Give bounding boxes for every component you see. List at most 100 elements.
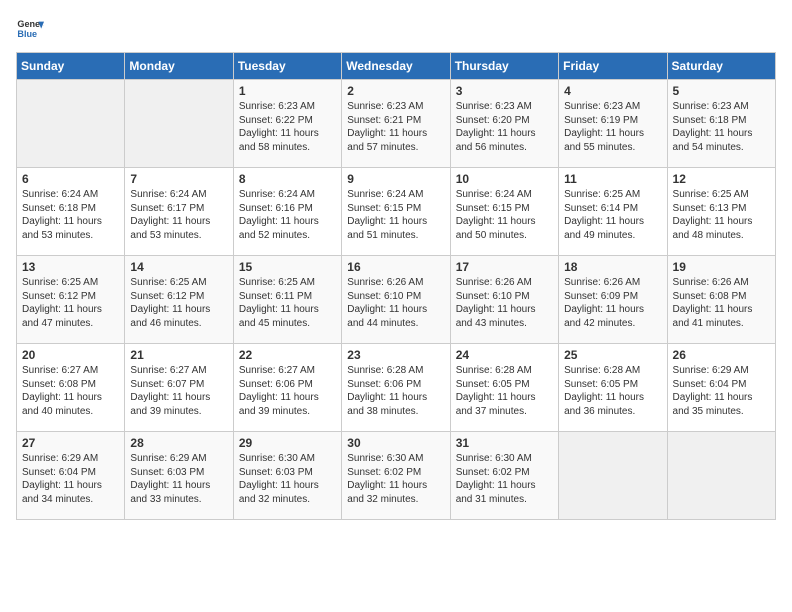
daylight-label: Daylight: 11 hours and 52 minutes.: [239, 216, 319, 241]
sunrise-label: Sunrise: 6:28 AM: [564, 365, 640, 376]
calendar-cell: 4 Sunrise: 6:23 AMSunset: 6:19 PMDaylight…: [559, 80, 667, 168]
sunrise-label: Sunrise: 6:29 AM: [22, 453, 98, 464]
day-number: 31: [456, 436, 553, 450]
cell-info: Sunrise: 6:23 AMSunset: 6:20 PMDaylight:…: [456, 100, 553, 154]
daylight-label: Daylight: 11 hours and 53 minutes.: [130, 216, 210, 241]
day-number: 20: [22, 348, 119, 362]
daylight-label: Daylight: 11 hours and 41 minutes.: [673, 304, 753, 329]
sunrise-label: Sunrise: 6:23 AM: [347, 101, 423, 112]
calendar-cell: [667, 432, 775, 520]
daylight-label: Daylight: 11 hours and 39 minutes.: [130, 392, 210, 417]
sunset-label: Sunset: 6:11 PM: [239, 291, 312, 302]
daylight-label: Daylight: 11 hours and 49 minutes.: [564, 216, 644, 241]
sunset-label: Sunset: 6:05 PM: [564, 379, 638, 390]
calendar-cell: 2Sunrise: 6:23 AMSunset: 6:21 PMDaylight…: [342, 80, 450, 168]
sunrise-label: Sunrise: 6:24 AM: [22, 189, 98, 200]
sunrise-label: Sunrise: 6:24 AM: [239, 189, 315, 200]
calendar-cell: 8Sunrise: 6:24 AMSunset: 6:16 PMDaylight…: [233, 168, 341, 256]
day-number: 14: [130, 260, 227, 274]
day-number: 2: [347, 84, 444, 98]
daylight-label: Daylight: 11 hours and 38 minutes.: [347, 392, 427, 417]
day-header-wednesday: Wednesday: [342, 53, 450, 80]
daylight-label: Daylight: 11 hours and 58 minutes.: [239, 128, 319, 153]
sunset-label: Sunset: 6:16 PM: [239, 203, 313, 214]
cell-info: Sunrise: 6:25 AMSunset: 6:12 PMDaylight:…: [22, 276, 119, 330]
day-number: 10: [456, 172, 553, 186]
calendar-cell: 23Sunrise: 6:28 AMSunset: 6:06 PMDayligh…: [342, 344, 450, 432]
sunrise-label: Sunrise: 6:25 AM: [673, 189, 749, 200]
day-number: 4: [564, 84, 661, 98]
sunset-label: Sunset: 6:15 PM: [456, 203, 530, 214]
calendar-cell: 26Sunrise: 6:29 AMSunset: 6:04 PMDayligh…: [667, 344, 775, 432]
day-header-sunday: Sunday: [17, 53, 125, 80]
sunrise-label: Sunrise: 6:30 AM: [456, 453, 532, 464]
sunset-label: Sunset: 6:18 PM: [22, 203, 96, 214]
sunrise-label: Sunrise: 6:30 AM: [347, 453, 423, 464]
daylight-label: Daylight: 11 hours and 31 minutes.: [456, 480, 536, 505]
sunset-label: Sunset: 6:06 PM: [239, 379, 313, 390]
calendar-cell: [17, 80, 125, 168]
cell-info: Sunrise: 6:30 AM Sunset: 6:02 PM Daylight:…: [456, 452, 553, 506]
sunset-label: Sunset: 6:05 PM: [456, 379, 530, 390]
day-number: 9: [347, 172, 444, 186]
day-number: 16: [347, 260, 444, 274]
sunrise-label: Sunrise: 6:28 AM: [456, 365, 532, 376]
sunrise-label: Sunrise: 6:25 AM: [564, 189, 640, 200]
calendar-cell: 5Sunrise: 6:23 AMSunset: 6:18 PMDaylight…: [667, 80, 775, 168]
sunset-label: Sunset: 6:02 PM: [456, 467, 530, 478]
sunrise-label: Sunrise: 6:27 AM: [130, 365, 206, 376]
sunset-label: Sunset: 6:14 PM: [564, 203, 638, 214]
calendar-cell: 19Sunrise: 6:26 AMSunset: 6:08 PMDayligh…: [667, 256, 775, 344]
cell-info: Sunrise: 6:24 AM Sunset: 6:16 PM Daylight:…: [239, 188, 336, 242]
cell-info: Sunrise: 6:23 AMSunset: 6:22 PMDaylight:…: [239, 100, 336, 154]
daylight-label: Daylight: 11 hours and 34 minutes.: [22, 480, 102, 505]
cell-info: Sunrise: 6:27 AMSunset: 6:06 PMDaylight:…: [239, 364, 336, 418]
calendar-cell: 3 Sunrise: 6:23 AMSunset: 6:20 PMDaylight…: [450, 80, 558, 168]
cell-info: Sunrise: 6:24 AMSunset: 6:18 PMDaylight:…: [22, 188, 119, 242]
sunset-label: Sunset: 6:03 PM: [130, 467, 204, 478]
sunrise-label: Sunrise: 6:27 AM: [22, 365, 98, 376]
sunrise-label: Sunrise: 6:24 AM: [130, 189, 206, 200]
sunrise-label: Sunrise: 6:23 AM: [564, 101, 640, 112]
cell-info: Sunrise: 6:26 AMSunset: 6:09 PMDaylight:…: [564, 276, 661, 330]
sunset-label: Sunset: 6:20 PM: [456, 115, 530, 126]
daylight-label: Daylight: 11 hours and 32 minutes.: [239, 480, 319, 505]
calendar-cell: 27Sunrise: 6:29 AMSunset: 6:04 PMDayligh…: [17, 432, 125, 520]
day-number: 3: [456, 84, 553, 98]
daylight-label: Daylight: 11 hours and 56 minutes.: [456, 128, 536, 153]
day-number: 15: [239, 260, 336, 274]
cell-info: Sunrise: 6:24 AM Sunset: 6:17 PM Daylight:…: [130, 188, 227, 242]
sunrise-label: Sunrise: 6:26 AM: [456, 277, 532, 288]
calendar-cell: 1Sunrise: 6:23 AMSunset: 6:22 PMDaylight…: [233, 80, 341, 168]
daylight-label: Daylight: 11 hours and 44 minutes.: [347, 304, 427, 329]
logo: General Blue: [16, 16, 44, 44]
daylight-label: Daylight: 11 hours and 50 minutes.: [456, 216, 536, 241]
sunset-label: Sunset: 6:17 PM: [130, 203, 204, 214]
sunset-label: Sunset: 6:13 PM: [673, 203, 747, 214]
day-header-tuesday: Tuesday: [233, 53, 341, 80]
sunset-label: Sunset: 6:18 PM: [673, 115, 747, 126]
daylight-label: Daylight: 11 hours and 43 minutes.: [456, 304, 536, 329]
sunrise-label: Sunrise: 6:28 AM: [347, 365, 423, 376]
sunrise-label: Sunrise: 6:23 AM: [239, 101, 315, 112]
calendar-cell: 29Sunrise: 6:30 AMSunset: 6:03 PMDayligh…: [233, 432, 341, 520]
sunset-label: Sunset: 6:08 PM: [673, 291, 747, 302]
cell-info: Sunrise: 6:23 AMSunset: 6:19 PMDaylight:…: [564, 100, 661, 154]
sunset-label: Sunset: 6:09 PM: [564, 291, 638, 302]
daylight-label: Daylight: 11 hours and 54 minutes.: [673, 128, 753, 153]
sunrise-label: Sunrise: 6:25 AM: [239, 277, 315, 288]
sunrise-label: Sunrise: 6:24 AM: [347, 189, 423, 200]
day-number: 25: [564, 348, 661, 362]
sunrise-label: Sunrise: 6:29 AM: [130, 453, 206, 464]
calendar-cell: 12Sunrise: 6:25 AMSunset: 6:13 PMDayligh…: [667, 168, 775, 256]
cell-info: Sunrise: 6:26 AMSunset: 6:10 PMDaylight:…: [456, 276, 553, 330]
cell-info: Sunrise: 6:25 AMSunset: 6:12 PMDaylight:…: [130, 276, 227, 330]
calendar-cell: 6Sunrise: 6:24 AMSunset: 6:18 PMDaylight…: [17, 168, 125, 256]
calendar-cell: 9Sunrise: 6:24 AMSunset: 6:15 PMDaylight…: [342, 168, 450, 256]
cell-info: Sunrise: 6:24 AMSunset: 6:15 PMDaylight:…: [456, 188, 553, 242]
day-number: 27: [22, 436, 119, 450]
calendar-cell: [125, 80, 233, 168]
daylight-label: Daylight: 11 hours and 47 minutes.: [22, 304, 102, 329]
sunrise-label: Sunrise: 6:26 AM: [673, 277, 749, 288]
daylight-label: Daylight: 11 hours and 45 minutes.: [239, 304, 319, 329]
